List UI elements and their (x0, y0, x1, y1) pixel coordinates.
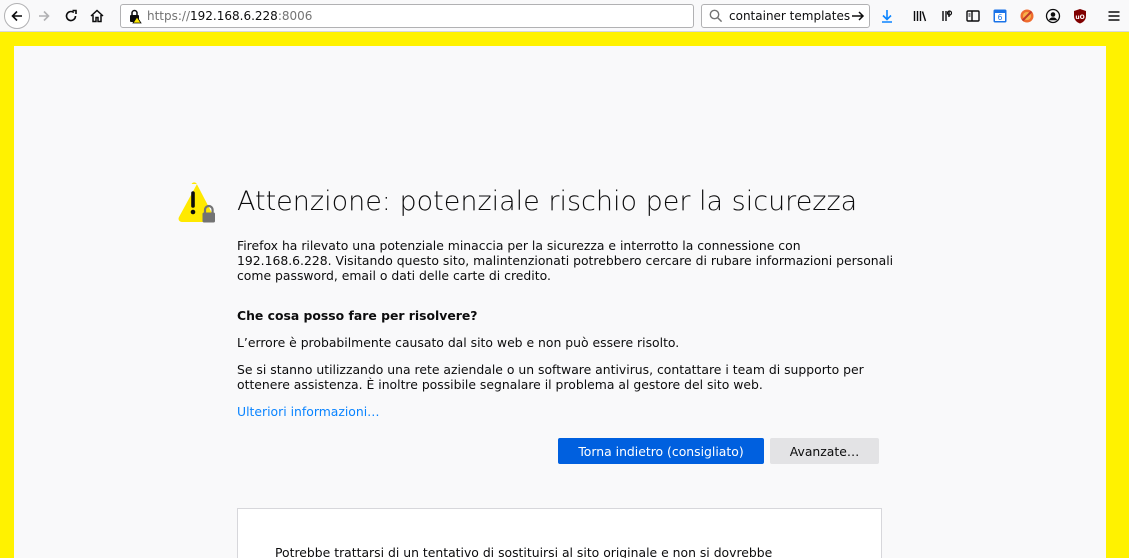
url-host: 192.168.6.228 (190, 9, 278, 23)
url-text[interactable]: https://192.168.6.228:8006 (147, 8, 312, 24)
url-scheme: https:// (147, 9, 191, 23)
error-page: Attenzione: potenziale rischio per la si… (14, 46, 1106, 558)
back-button[interactable] (4, 3, 30, 29)
sidebar-icon (966, 10, 980, 22)
sidebar-button[interactable] (965, 8, 981, 24)
home-button[interactable] (85, 4, 109, 28)
ublock-button[interactable]: uO (1072, 8, 1088, 24)
calendar-extension-button[interactable]: 6 (992, 8, 1008, 24)
calendar-badge: 6 (998, 13, 1003, 22)
forward-button[interactable] (32, 4, 56, 28)
cause-text: L’errore è probabilmente causato dal sit… (237, 335, 680, 350)
shield-icon: uO (1074, 9, 1086, 24)
reload-button[interactable] (59, 4, 83, 28)
intro-text: Firefox ha rilevato una potenziale minac… (237, 238, 894, 283)
svg-text:uO: uO (1075, 14, 1084, 21)
search-input[interactable]: container templates (729, 8, 850, 24)
arrow-right-icon[interactable] (850, 8, 866, 24)
advanced-panel: Potrebbe trattarsi di un tentativo di so… (237, 508, 882, 558)
home-icon (90, 9, 104, 23)
advanced-button[interactable]: Avanzate… (770, 438, 879, 464)
arrow-left-icon (11, 10, 22, 22)
browser-toolbar: https://192.168.6.228:8006 container tem… (0, 0, 1129, 32)
account-button[interactable] (1045, 8, 1061, 24)
what-can-i-do-heading: Che cosa posso fare per risolvere? (237, 308, 478, 323)
arrow-right-icon (39, 10, 50, 22)
bars-icon (942, 10, 953, 21)
warning-lock-icon (178, 182, 215, 223)
downloads-button[interactable] (879, 8, 895, 24)
extension-button[interactable] (1019, 8, 1035, 24)
user-icon (1045, 8, 1061, 24)
hamburger-icon (1108, 11, 1120, 21)
go-back-button[interactable]: Torna indietro (consigliato) (558, 438, 764, 464)
download-icon (882, 10, 892, 23)
calendar-icon: 6 (993, 9, 1007, 23)
reader-button[interactable] (938, 8, 954, 24)
menu-button[interactable] (1106, 8, 1122, 24)
advanced-panel-text: Potrebbe trattarsi di un tentativo di so… (275, 545, 773, 558)
reload-icon (65, 9, 77, 22)
search-icon (709, 9, 723, 23)
support-text: Se si stanno utilizzando una rete aziend… (237, 362, 864, 392)
search-bar[interactable]: container templates (701, 4, 870, 28)
library-button[interactable] (912, 8, 928, 24)
library-icon (913, 11, 927, 22)
url-port: :8006 (277, 9, 313, 23)
url-bar[interactable]: https://192.168.6.228:8006 (120, 4, 808, 28)
no-script-icon (1020, 9, 1034, 23)
page-title: Attenzione: potenziale rischio per la si… (237, 186, 858, 217)
warning-frame: Attenzione: potenziale rischio per la si… (0, 32, 1129, 558)
learn-more-link[interactable]: Ulteriori informazioni… (237, 404, 380, 419)
insecure-lock-icon[interactable] (127, 8, 143, 24)
